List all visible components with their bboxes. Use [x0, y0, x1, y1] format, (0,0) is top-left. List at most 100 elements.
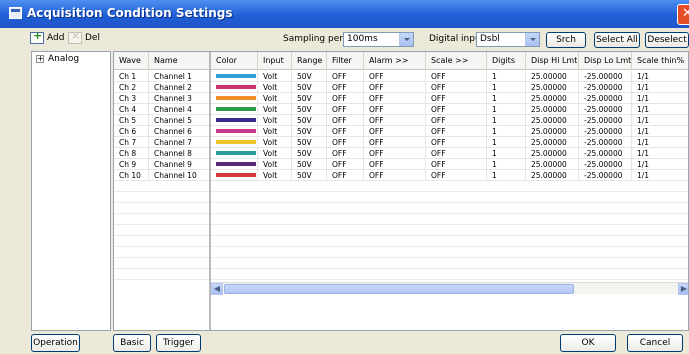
cell-lo[interactable]: -25.00000	[579, 71, 632, 82]
cell-alarm[interactable]: OFF	[364, 148, 426, 159]
basic-button[interactable]: Basic	[113, 334, 151, 352]
cell-thin[interactable]: 1/1	[632, 82, 688, 93]
cell-wave[interactable]: Ch 2	[114, 82, 149, 93]
cell-filter[interactable]: OFF	[327, 82, 364, 93]
cell-hi[interactable]: 25.00000	[526, 126, 579, 137]
cell-alarm[interactable]: OFF	[364, 115, 426, 126]
col-scale-header[interactable]: Scale >>	[426, 52, 487, 70]
color-swatch[interactable]	[216, 96, 256, 100]
cell-input[interactable]: Volt	[258, 71, 292, 82]
cell-range[interactable]: 50V	[292, 93, 327, 104]
color-swatch-cell[interactable]	[211, 82, 258, 93]
color-swatch[interactable]	[216, 85, 256, 89]
scroll-right-icon[interactable]: ▶	[678, 283, 688, 295]
cell-digits[interactable]: 1	[487, 93, 526, 104]
cell-alarm[interactable]: OFF	[364, 159, 426, 170]
cell-wave[interactable]: Ch 6	[114, 126, 149, 137]
color-swatch-cell[interactable]	[211, 170, 258, 181]
cell-lo[interactable]: -25.00000	[579, 82, 632, 93]
col-alarm-header[interactable]: Alarm >>	[364, 52, 426, 70]
cell-lo[interactable]: -25.00000	[579, 159, 632, 170]
cell-filter[interactable]: OFF	[327, 170, 364, 181]
cell-alarm[interactable]: OFF	[364, 82, 426, 93]
cell-lo[interactable]: -25.00000	[579, 115, 632, 126]
cell-filter[interactable]: OFF	[327, 137, 364, 148]
cell-scale[interactable]: OFF	[426, 115, 487, 126]
cell-wave[interactable]: Ch 8	[114, 148, 149, 159]
cell-scale[interactable]: OFF	[426, 93, 487, 104]
cell-name[interactable]: Channel 4	[149, 104, 211, 115]
cell-range[interactable]: 50V	[292, 71, 327, 82]
color-swatch[interactable]	[216, 151, 256, 155]
cell-name[interactable]: Channel 8	[149, 148, 211, 159]
scroll-thumb[interactable]	[224, 284, 574, 294]
cell-hi[interactable]: 25.00000	[526, 115, 579, 126]
cell-scale[interactable]: OFF	[426, 170, 487, 181]
expand-icon[interactable]: +	[36, 55, 44, 63]
color-swatch-cell[interactable]	[211, 148, 258, 159]
cell-name[interactable]: Channel 10	[149, 170, 211, 181]
cell-lo[interactable]: -25.00000	[579, 170, 632, 181]
cell-thin[interactable]: 1/1	[632, 137, 688, 148]
cell-range[interactable]: 50V	[292, 159, 327, 170]
scroll-left-icon[interactable]: ◀	[211, 283, 223, 295]
cell-name[interactable]: Channel 2	[149, 82, 211, 93]
sampling-period-select[interactable]: 100ms	[343, 32, 414, 47]
color-swatch[interactable]	[216, 129, 256, 133]
color-swatch-cell[interactable]	[211, 115, 258, 126]
cell-digits[interactable]: 1	[487, 82, 526, 93]
col-range-header[interactable]: Range	[292, 52, 327, 70]
color-swatch-cell[interactable]	[211, 93, 258, 104]
cell-scale[interactable]: OFF	[426, 159, 487, 170]
cell-filter[interactable]: OFF	[327, 104, 364, 115]
color-swatch[interactable]	[216, 74, 256, 78]
cell-digits[interactable]: 1	[487, 126, 526, 137]
channel-tree[interactable]: + Analog	[31, 51, 111, 331]
cell-scale[interactable]: OFF	[426, 71, 487, 82]
cell-filter[interactable]: OFF	[327, 159, 364, 170]
cell-digits[interactable]: 1	[487, 71, 526, 82]
operation-button[interactable]: Operation	[31, 334, 80, 352]
col-disp-hi-header[interactable]: Disp Hi Lmt	[526, 52, 579, 70]
del-button[interactable]: Del	[68, 29, 100, 44]
cell-hi[interactable]: 25.00000	[526, 104, 579, 115]
cell-name[interactable]: Channel 9	[149, 159, 211, 170]
trigger-button[interactable]: Trigger	[156, 334, 201, 352]
cell-thin[interactable]: 1/1	[632, 104, 688, 115]
col-input-header[interactable]: Input	[258, 52, 292, 70]
chevron-down-icon[interactable]	[399, 33, 413, 46]
cancel-button[interactable]: Cancel	[627, 334, 683, 352]
close-button[interactable]: ✕	[677, 4, 689, 25]
cell-input[interactable]: Volt	[258, 126, 292, 137]
add-button[interactable]: Add	[30, 29, 64, 44]
cell-wave[interactable]: Ch 1	[114, 71, 149, 82]
digital-input-select[interactable]: Dsbl	[476, 32, 540, 47]
cell-input[interactable]: Volt	[258, 148, 292, 159]
cell-input[interactable]: Volt	[258, 93, 292, 104]
cell-alarm[interactable]: OFF	[364, 93, 426, 104]
cell-scale[interactable]: OFF	[426, 104, 487, 115]
cell-hi[interactable]: 25.00000	[526, 82, 579, 93]
color-swatch-cell[interactable]	[211, 137, 258, 148]
cell-thin[interactable]: 1/1	[632, 159, 688, 170]
cell-name[interactable]: Channel 5	[149, 115, 211, 126]
col-digits-header[interactable]: Digits	[487, 52, 526, 70]
cell-thin[interactable]: 1/1	[632, 148, 688, 159]
cell-hi[interactable]: 25.00000	[526, 170, 579, 181]
cell-digits[interactable]: 1	[487, 148, 526, 159]
cell-thin[interactable]: 1/1	[632, 126, 688, 137]
cell-hi[interactable]: 25.00000	[526, 71, 579, 82]
cell-filter[interactable]: OFF	[327, 126, 364, 137]
cell-filter[interactable]: OFF	[327, 115, 364, 126]
cell-hi[interactable]: 25.00000	[526, 159, 579, 170]
cell-wave[interactable]: Ch 10	[114, 170, 149, 181]
cell-range[interactable]: 50V	[292, 148, 327, 159]
color-swatch[interactable]	[216, 107, 256, 111]
cell-range[interactable]: 50V	[292, 137, 327, 148]
color-swatch-cell[interactable]	[211, 159, 258, 170]
cell-scale[interactable]: OFF	[426, 137, 487, 148]
color-swatch[interactable]	[216, 140, 256, 144]
tree-node-analog[interactable]: + Analog	[36, 54, 79, 64]
cell-hi[interactable]: 25.00000	[526, 93, 579, 104]
search-button[interactable]: Srch	[546, 32, 586, 48]
